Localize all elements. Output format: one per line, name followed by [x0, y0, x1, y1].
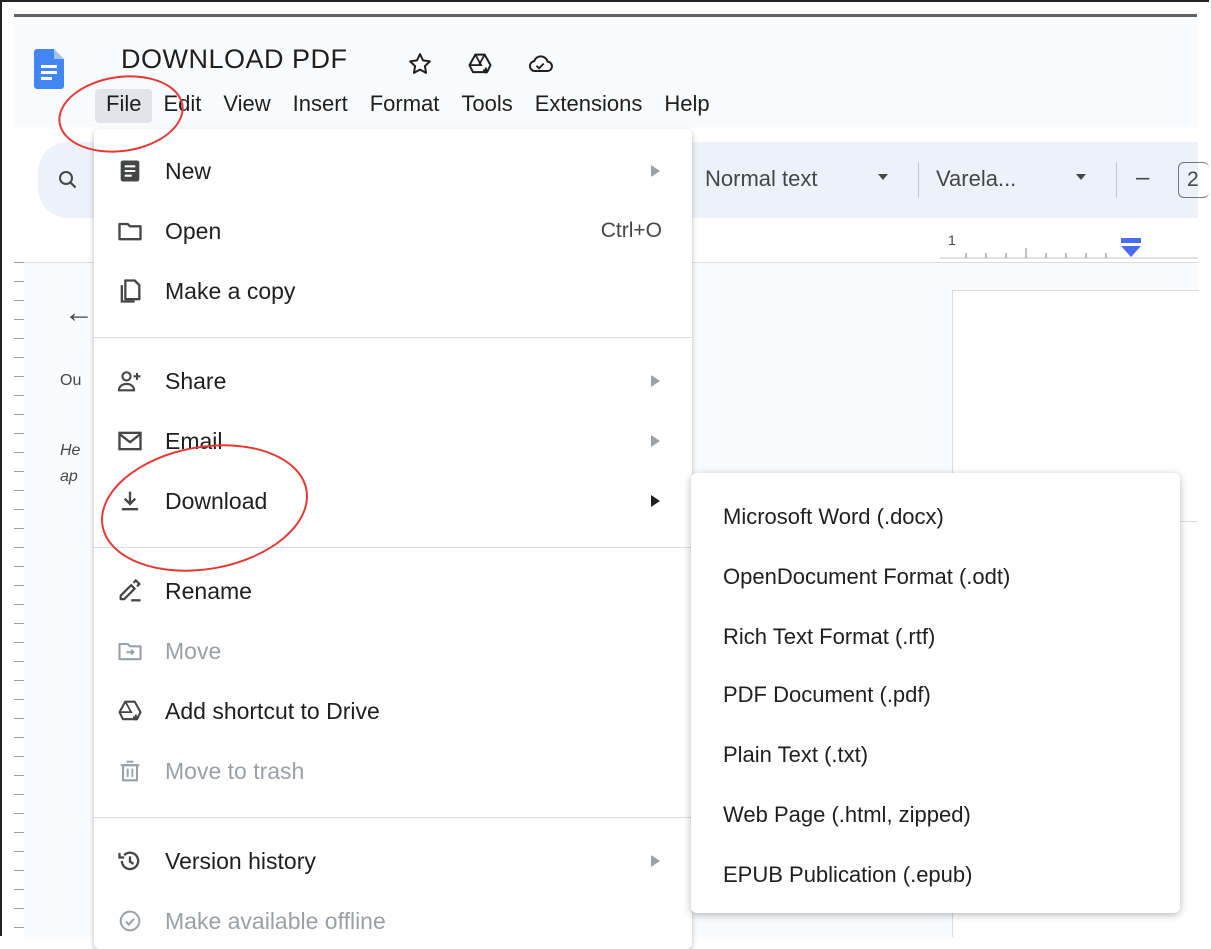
outline-back-arrow-icon[interactable]: ←: [64, 296, 94, 330]
file-menu: New Open Ctrl+O Make a copy Share Email …: [94, 129, 692, 949]
menu-extensions[interactable]: Extensions: [524, 89, 654, 123]
submenu-arrow-icon: [651, 855, 660, 867]
download-rtf[interactable]: Rich Text Format (.rtf): [691, 611, 1180, 663]
download-docx[interactable]: Microsoft Word (.docx): [691, 491, 1180, 543]
font-family-dropdown[interactable]: Varela...: [936, 166, 1016, 192]
menu-item-version-history[interactable]: Version history: [94, 835, 692, 887]
menu-bar: File Edit View Insert Format Tools Exten…: [95, 89, 721, 123]
download-html[interactable]: Web Page (.html, zipped): [691, 789, 1180, 841]
menu-item-open[interactable]: Open Ctrl+O: [94, 205, 692, 257]
menu-tools[interactable]: Tools: [450, 89, 523, 123]
docs-logo-icon[interactable]: [34, 49, 64, 89]
move-folder-icon: [118, 642, 142, 661]
menu-item-label: Download: [165, 488, 268, 514]
vertical-ruler[interactable]: [14, 262, 24, 936]
outline-item[interactable]: He: [60, 442, 80, 460]
chevron-down-icon: [878, 174, 888, 180]
menu-item-new[interactable]: New: [94, 145, 692, 197]
document-title[interactable]: DOWNLOAD PDF: [121, 44, 348, 75]
menu-item-share[interactable]: Share: [94, 355, 692, 407]
copy-icon: [120, 279, 141, 303]
menu-divider: [94, 817, 692, 818]
outline-heading: Ou: [60, 372, 82, 389]
font-size-value: 2: [1187, 168, 1199, 191]
trash-icon: [120, 760, 140, 782]
submenu-arrow-icon: [651, 495, 660, 507]
folder-icon: [118, 222, 142, 241]
download-icon: [121, 491, 139, 511]
menu-item-label: New: [165, 158, 212, 184]
menu-item-make-copy[interactable]: Make a copy: [94, 265, 692, 317]
decrease-font-size-button[interactable]: –: [1136, 164, 1149, 192]
cloud-saved-icon[interactable]: [526, 50, 554, 78]
toolbar-divider: [1116, 162, 1117, 198]
menu-item-label: Share: [165, 368, 227, 394]
menu-item-label: OpenDocument Format (.odt): [723, 564, 1011, 589]
menu-divider: [94, 337, 692, 338]
menu-item-label: Make available offline: [165, 908, 386, 934]
move-to-drive-icon[interactable]: [466, 50, 494, 78]
keyboard-shortcut: Ctrl+O: [600, 219, 662, 242]
menu-item-label: Microsoft Word (.docx): [723, 504, 944, 529]
horizontal-ruler[interactable]: 1: [940, 228, 1198, 264]
person-add-icon: [117, 371, 141, 392]
download-odt[interactable]: OpenDocument Format (.odt): [691, 551, 1180, 603]
menu-insert[interactable]: Insert: [282, 89, 359, 123]
menu-item-label: Open: [165, 218, 222, 244]
history-icon: [118, 851, 140, 871]
menu-item-move-to-trash[interactable]: Move to trash: [94, 745, 692, 797]
menu-item-label: Add shortcut to Drive: [165, 698, 380, 724]
search-icon: [59, 171, 77, 189]
font-size-input[interactable]: 2: [1178, 162, 1209, 198]
menu-item-label: Move: [165, 638, 222, 664]
download-txt[interactable]: Plain Text (.txt): [691, 729, 1180, 781]
menu-view[interactable]: View: [212, 89, 281, 123]
menu-item-rename[interactable]: Rename: [94, 565, 692, 617]
chevron-down-icon: [1076, 174, 1086, 180]
menu-item-label: Move to trash: [165, 758, 305, 784]
menu-item-label: Email: [165, 428, 223, 454]
menu-item-download[interactable]: Download: [94, 475, 692, 527]
download-epub[interactable]: EPUB Publication (.epub): [691, 849, 1180, 901]
submenu-arrow-icon: [651, 375, 660, 387]
menu-edit[interactable]: Edit: [152, 89, 212, 123]
menu-item-label: EPUB Publication (.epub): [723, 862, 973, 887]
toolbar-divider: [918, 162, 919, 198]
drive-shortcut-icon: [118, 700, 142, 721]
submenu-arrow-icon: [651, 435, 660, 447]
pencil-icon: [119, 578, 141, 602]
outline-item[interactable]: ap: [60, 468, 78, 486]
offline-check-icon: [119, 910, 141, 932]
download-submenu: Microsoft Word (.docx) OpenDocument Form…: [691, 473, 1180, 913]
menu-item-make-offline[interactable]: Make available offline: [94, 895, 692, 947]
menu-item-label: Plain Text (.txt): [723, 742, 869, 767]
menu-file[interactable]: File: [95, 89, 153, 123]
menu-help[interactable]: Help: [653, 89, 720, 123]
download-pdf[interactable]: PDF Document (.pdf): [691, 669, 1180, 721]
menu-item-label: Rich Text Format (.rtf): [723, 624, 936, 649]
app-header: DOWNLOAD PDF File Edit View Insert Forma…: [14, 17, 1198, 127]
paragraph-style-dropdown[interactable]: Normal text: [705, 166, 817, 192]
document-icon: [120, 160, 140, 182]
menu-divider: [94, 547, 692, 548]
menu-item-email[interactable]: Email: [94, 415, 692, 467]
submenu-arrow-icon: [651, 165, 660, 177]
menu-format[interactable]: Format: [359, 89, 451, 123]
menu-item-label: Version history: [165, 848, 316, 874]
ruler-ticks: [940, 248, 1198, 259]
menu-item-move[interactable]: Move: [94, 625, 692, 677]
indent-marker-icon[interactable]: [1118, 236, 1144, 260]
mail-icon: [118, 431, 142, 451]
menu-item-label: Make a copy: [165, 278, 296, 304]
menu-item-add-shortcut[interactable]: Add shortcut to Drive: [94, 685, 692, 737]
menu-item-label: PDF Document (.pdf): [723, 682, 931, 707]
menu-item-label: Web Page (.html, zipped): [723, 802, 971, 827]
menu-item-label: Rename: [165, 578, 252, 604]
star-icon[interactable]: [406, 50, 434, 78]
